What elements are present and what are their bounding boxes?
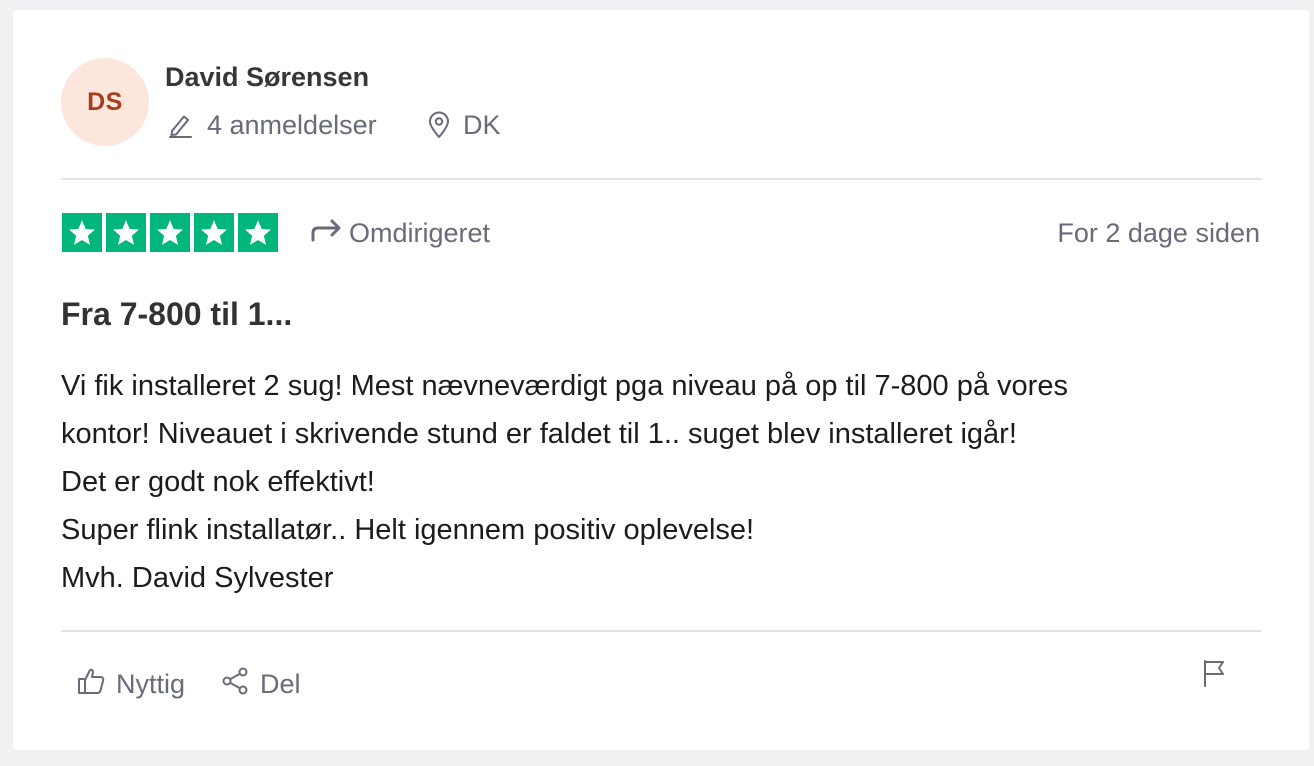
review-title[interactable]: Fra 7-800 til 1... [61, 296, 292, 333]
flag-icon [1200, 660, 1228, 692]
country-label: DK [463, 109, 501, 140]
review-body-line: Mvh. David Sylvester [61, 562, 334, 594]
review-body-line: kontor! Niveauet i skrivende stund er fa… [61, 418, 1017, 450]
review-body-line: Det er godt nok effektivt! [61, 466, 375, 498]
review-count-label: 4 anmeldelser [207, 109, 377, 140]
pencil-icon [167, 112, 193, 138]
review-body: Vi fik installeret 2 sug! Mest nævneværd… [61, 362, 1271, 602]
star-icon [194, 213, 234, 252]
report-button[interactable] [1200, 658, 1228, 688]
footer-divider [61, 630, 1261, 632]
review-card: DS David Sørensen 4 anmeldelser DK Omdir… [13, 10, 1309, 750]
star-icon [62, 213, 102, 252]
star-rating [62, 213, 278, 252]
useful-button[interactable]: Nyttig [76, 666, 185, 702]
share-button[interactable]: Del [220, 666, 301, 702]
star-icon [106, 213, 146, 252]
avatar[interactable]: DS [61, 58, 149, 146]
author-review-count: 4 anmeldelser [167, 108, 377, 142]
header-divider [61, 178, 1261, 180]
review-date: For 2 dage siden [1057, 217, 1260, 248]
author-country: DK [427, 108, 501, 142]
review-body-line: Vi fik installeret 2 sug! Mest nævneværd… [61, 370, 1068, 402]
share-icon [220, 666, 250, 703]
author-name[interactable]: David Sørensen [165, 62, 369, 93]
share-label: Del [260, 668, 301, 699]
redirected-label: Omdirigeret [349, 217, 491, 248]
useful-label: Nyttig [116, 668, 186, 699]
redirect-arrow-icon [309, 217, 343, 250]
location-pin-icon [427, 111, 451, 139]
thumbs-up-icon [76, 666, 106, 703]
star-icon [238, 213, 278, 252]
star-icon [150, 213, 190, 252]
review-body-line: Super flink installatør.. Helt igennem p… [61, 514, 755, 546]
redirected-badge[interactable]: Omdirigeret [309, 215, 490, 251]
